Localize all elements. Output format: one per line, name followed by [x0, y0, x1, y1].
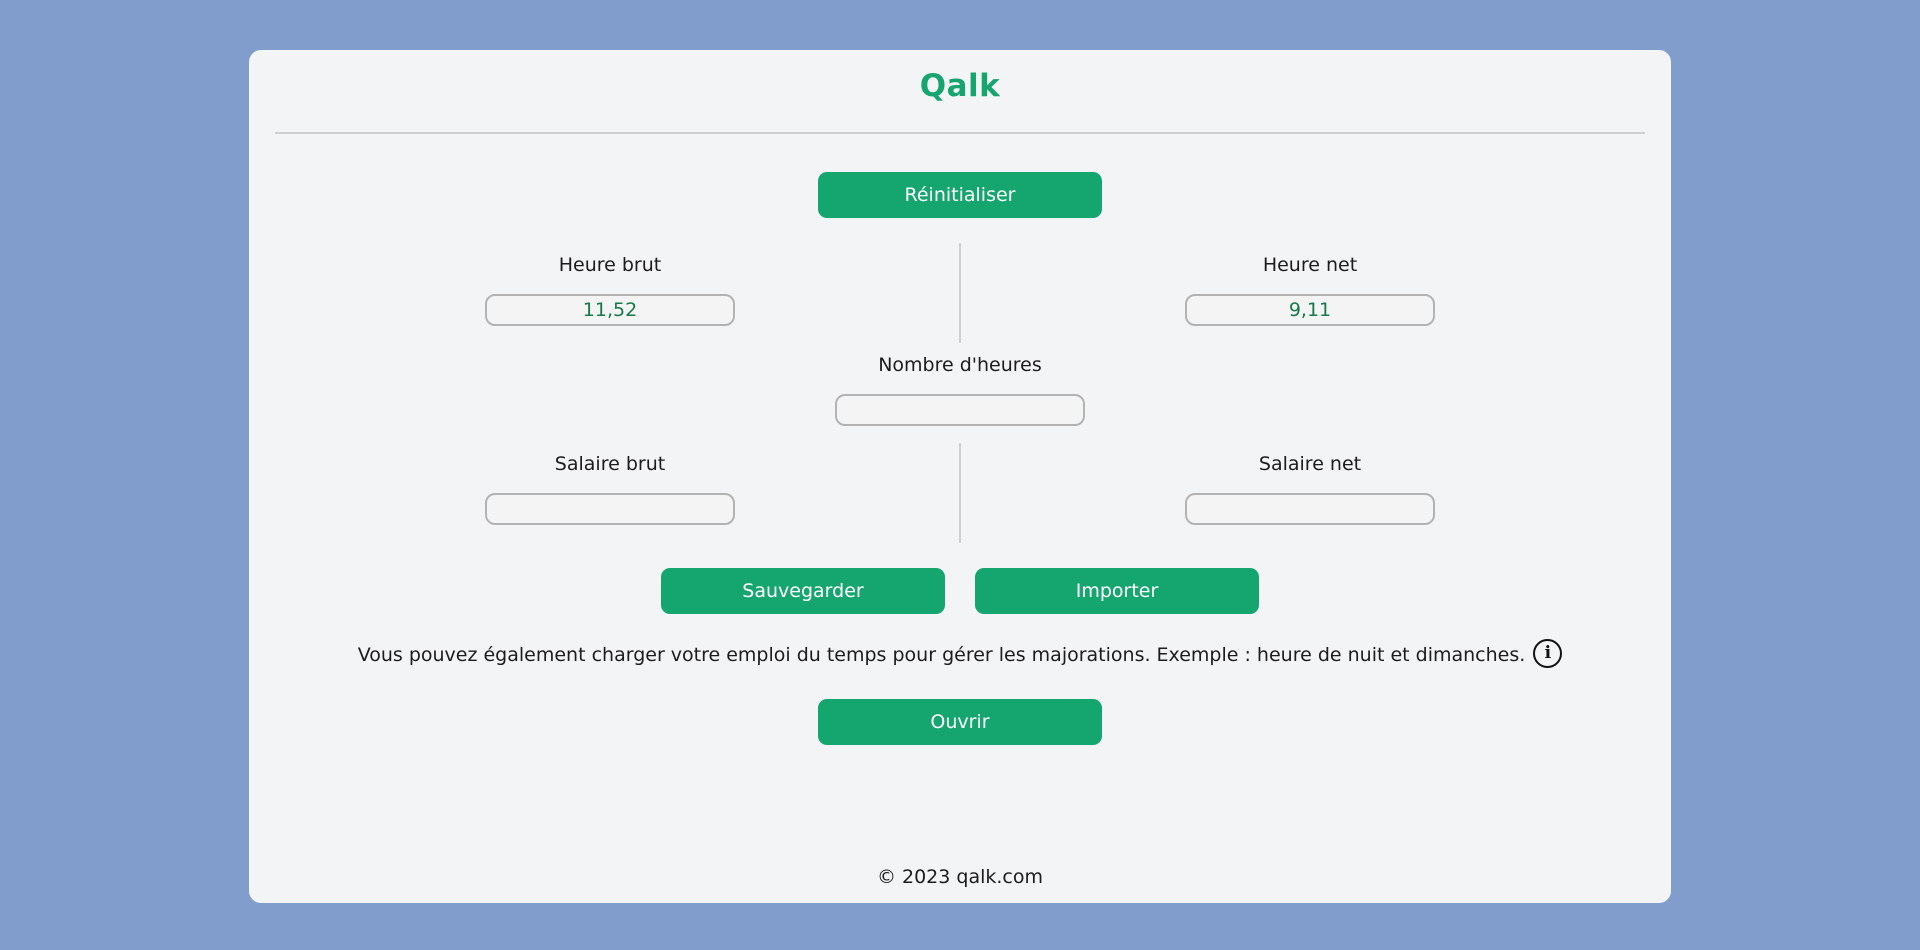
open-button[interactable]: Ouvrir: [818, 699, 1102, 745]
heure-net-input[interactable]: [1185, 294, 1435, 326]
footer-copyright: © 2023 qalk.com: [876, 866, 1044, 888]
main-card: Qalk Réinitialiser Heure brut Heure net …: [249, 50, 1671, 903]
schedule-info-text: Vous pouvez également charger votre empl…: [357, 644, 1526, 666]
save-button[interactable]: Sauvegarder: [661, 568, 945, 614]
vertical-divider-top: [959, 243, 961, 343]
nombre-heures-label: Nombre d'heures: [878, 354, 1042, 376]
heure-brut-input[interactable]: [485, 294, 735, 326]
vertical-divider-bottom: [959, 443, 961, 543]
header-divider: [275, 132, 1645, 134]
import-button[interactable]: Importer: [975, 568, 1259, 614]
app-logo-title[interactable]: Qalk: [249, 68, 1671, 104]
heure-net-label: Heure net: [1262, 254, 1358, 276]
info-icon[interactable]: i: [1533, 639, 1563, 668]
heure-brut-label: Heure brut: [558, 254, 662, 276]
salaire-brut-input[interactable]: [485, 493, 735, 525]
nombre-heures-input[interactable]: [835, 394, 1085, 426]
salaire-brut-label: Salaire brut: [554, 453, 666, 475]
reset-button[interactable]: Réinitialiser: [818, 172, 1102, 218]
salaire-net-input[interactable]: [1185, 493, 1435, 525]
schedule-info-row: Vous pouvez également charger votre empl…: [249, 639, 1671, 670]
salaire-net-label: Salaire net: [1258, 453, 1362, 475]
